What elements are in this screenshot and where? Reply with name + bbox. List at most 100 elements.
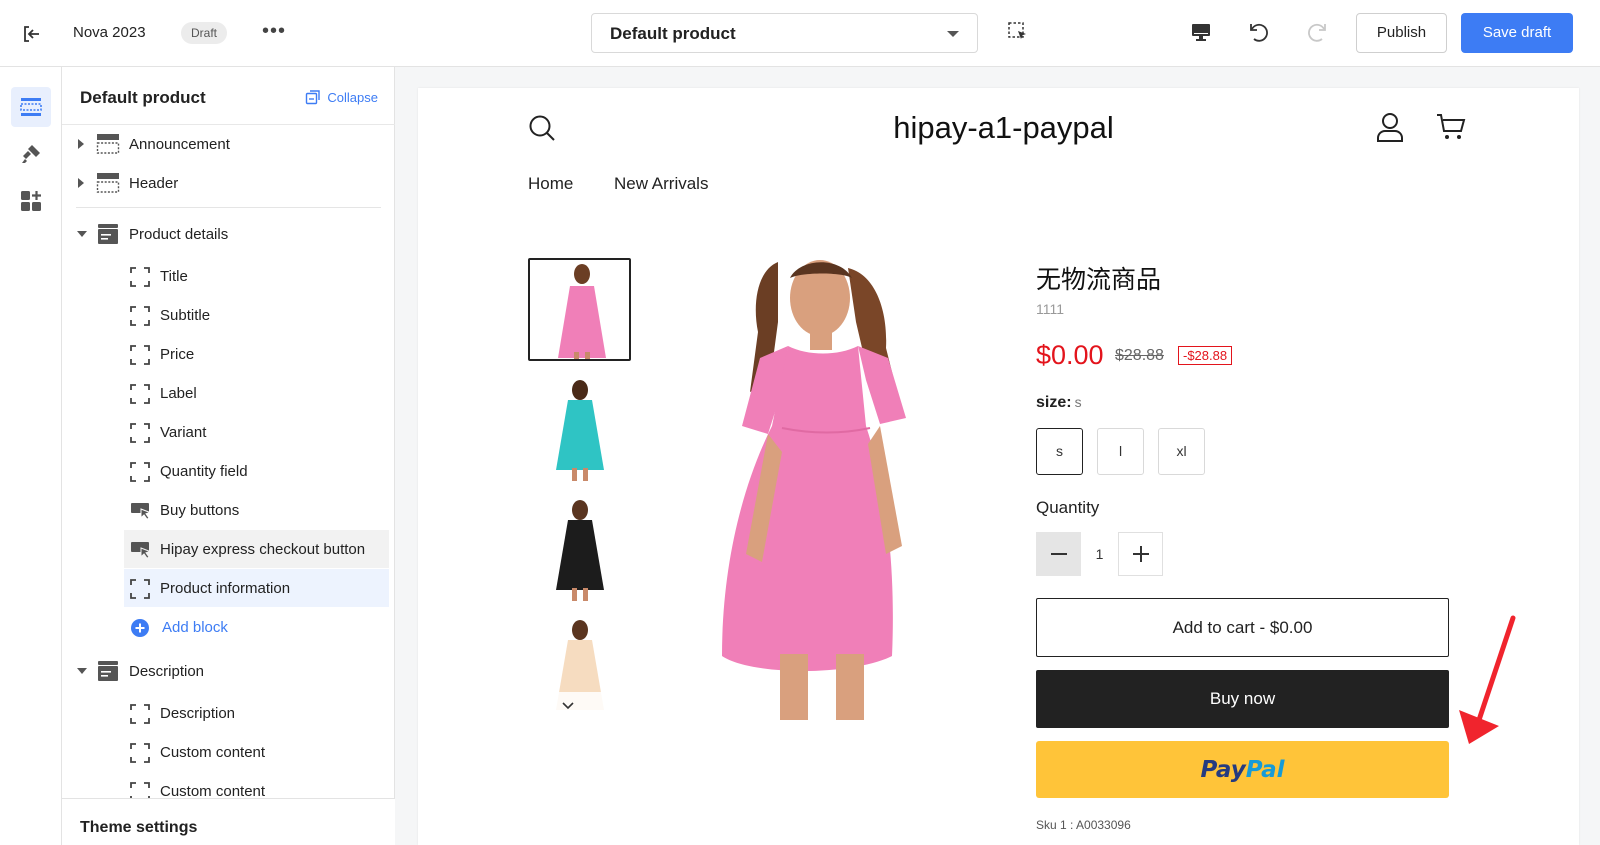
product-subtitle: 1111 [1036,301,1065,317]
product-thumbnail[interactable] [528,258,631,361]
account-icon[interactable] [1376,112,1404,142]
chevron-down-icon[interactable] [77,668,87,674]
collapse-icon [306,90,321,105]
product-title: 无物流商品 [1036,266,1162,294]
theme-name: Nova 2023 [73,24,146,41]
app-block-icon [131,542,152,559]
save-draft-button[interactable]: Save draft [1461,13,1573,53]
size-option-s[interactable]: s [1036,428,1083,475]
add-block-button[interactable]: Add block [62,608,395,646]
block-quantity-field[interactable]: Quantity field [62,452,395,490]
sections-panel: Default product Collapse Announcement He… [62,67,395,845]
quantity-input[interactable]: 1 [1081,532,1118,576]
block-custom-content[interactable]: Custom content [62,733,395,771]
quantity-label: Quantity [1036,498,1100,517]
block-label: Custom content [160,782,266,799]
block-label: Title [160,267,188,285]
apps-icon[interactable] [11,181,51,221]
store-name[interactable]: hipay-a1-paypal [418,110,1579,146]
exit-icon[interactable] [20,22,44,46]
select-element-icon[interactable] [1006,20,1032,46]
add-block-label: Add block [162,618,228,636]
block-label: Quantity field [160,462,248,480]
block-icon [130,306,150,326]
chevron-down-icon[interactable] [77,231,87,237]
size-option-xl[interactable]: xl [1158,428,1205,475]
chevron-down-icon [947,31,959,37]
plus-circle-icon [131,619,149,637]
quantity-decrease-button[interactable] [1036,532,1081,576]
product-section-icon [98,224,118,244]
section-product-details[interactable]: Product details [62,215,395,253]
cart-icon[interactable] [1436,112,1466,142]
header-icon [96,173,120,193]
block-icon [130,579,150,599]
block-description[interactable]: Description [62,694,395,732]
chevron-down-icon [562,702,574,710]
sku-footnote: Sku 1 : A0033096 [1036,818,1131,832]
block-subtitle[interactable]: Subtitle [62,296,395,334]
section-label: Product details [129,225,229,243]
more-options-icon[interactable]: ••• [262,20,286,43]
status-badge: Draft [181,22,228,44]
block-hipay-express-checkout[interactable]: Hipay express checkout button [124,530,389,568]
block-buy-buttons[interactable]: Buy buttons [62,491,395,529]
product-main-image[interactable] [708,258,938,720]
variant-label: size: s [1036,394,1082,412]
quantity-increase-button[interactable] [1118,532,1163,576]
block-product-information[interactable]: Product information [124,569,389,607]
paypal-logo-pay: Pay [1200,756,1246,783]
nav-link-home[interactable]: Home [528,174,573,194]
store-preview: hipay-a1-paypal Home New Arrivals 无物流商品 … [418,88,1579,845]
divider [76,207,381,208]
buy-now-button[interactable]: Buy now [1036,670,1449,728]
paypal-button[interactable]: Pay Pal [1036,741,1449,798]
add-to-cart-button[interactable]: Add to cart - $0.00 [1036,598,1449,657]
left-rail [0,67,62,845]
size-label-text: size: [1036,394,1072,411]
undo-icon[interactable] [1246,20,1272,46]
discount-badge: -$28.88 [1178,346,1233,365]
section-header[interactable]: Header [62,164,395,202]
template-select[interactable]: Default product [591,13,978,53]
block-label: Description [160,704,236,722]
block-custom-content[interactable]: Custom content [62,772,395,798]
thumbnails-scroll-down[interactable] [528,692,608,720]
block-icon [130,267,150,287]
block-label: Custom content [160,743,266,761]
block-label: Product information [160,579,291,597]
redo-icon[interactable] [1304,20,1330,46]
template-select-value: Default product [610,24,736,43]
product-thumbnail[interactable] [528,498,631,601]
block-icon [130,704,150,724]
block-icon [130,782,150,798]
block-label-item[interactable]: Label [62,374,395,412]
desktop-view-icon[interactable] [1189,20,1215,46]
block-label: Hipay express checkout button [160,540,366,558]
plus-icon [1132,546,1149,562]
block-variant[interactable]: Variant [62,413,395,451]
chevron-right-icon[interactable] [78,178,84,188]
compare-at-price: $28.88 [1115,347,1164,364]
section-description[interactable]: Description [62,652,395,690]
size-option-l[interactable]: l [1097,428,1144,475]
block-title[interactable]: Title [62,257,395,295]
section-announcement[interactable]: Announcement [62,125,395,163]
section-label: Description [129,662,205,680]
block-label: Price [160,345,195,363]
publish-button[interactable]: Publish [1356,13,1447,53]
app-block-icon [131,503,152,520]
theme-settings-bar[interactable]: Theme settings [62,798,395,845]
theme-style-icon[interactable] [11,134,51,174]
product-thumbnail[interactable] [528,378,631,481]
block-icon [130,743,150,763]
sections-icon[interactable] [11,87,51,127]
chevron-right-icon[interactable] [78,139,84,149]
block-price[interactable]: Price [62,335,395,373]
collapse-button[interactable]: Collapse [305,89,378,105]
announcement-icon [96,134,120,154]
annotation-arrow-icon [1459,615,1516,744]
section-label: Announcement [129,135,230,153]
block-icon [130,384,150,404]
nav-link-new-arrivals[interactable]: New Arrivals [614,174,708,194]
